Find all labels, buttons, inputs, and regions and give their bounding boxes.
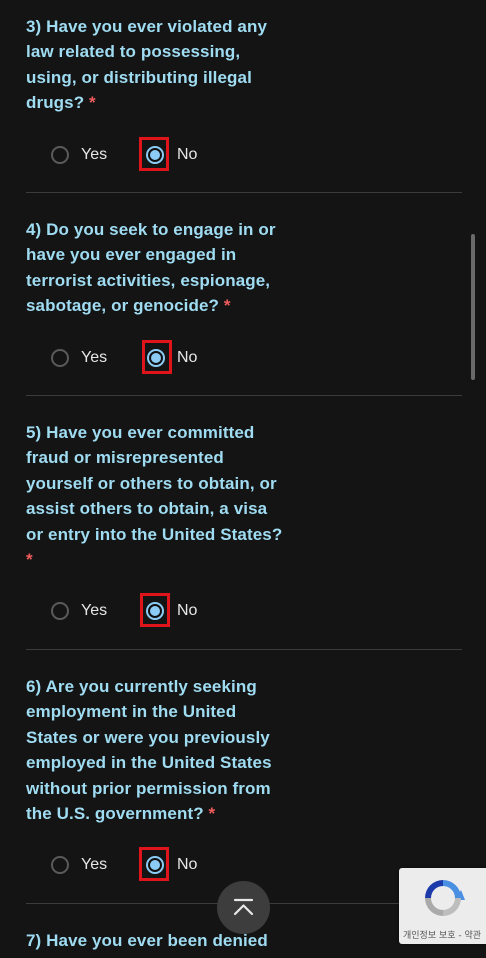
question-line: using, or distributing illegal — [26, 67, 252, 87]
question-6-text: 6) Are you currently seeking employment … — [26, 674, 286, 826]
radio-yes[interactable] — [51, 856, 69, 874]
question-5-text: 5) Have you ever committed fraud or misr… — [26, 420, 286, 572]
radio-no-label[interactable]: No — [177, 602, 197, 620]
required-asterisk: * — [223, 296, 231, 316]
radio-no[interactable] — [146, 146, 164, 164]
question-line: law related to possessing, — [26, 42, 241, 62]
radio-yes-label[interactable]: Yes — [81, 349, 107, 367]
radio-yes[interactable] — [51, 602, 69, 620]
question-line: assist others to obtain, a visa — [26, 499, 268, 519]
question-line: sabotage, or genocide? — [26, 296, 220, 316]
radio-yes-label[interactable]: Yes — [81, 856, 107, 874]
question-line: without prior permission from — [26, 778, 271, 798]
required-asterisk: * — [89, 93, 96, 113]
question-line: or entry into the United States? — [26, 524, 283, 544]
scroll-to-top-button[interactable] — [217, 881, 270, 934]
question-line: fraud or misrepresented — [26, 448, 224, 468]
question-4-text: 4) Do you seek to engage in or have you … — [26, 217, 286, 319]
radio-yes[interactable] — [51, 349, 69, 367]
radio-no[interactable] — [146, 856, 164, 874]
radio-yes-label[interactable]: Yes — [81, 146, 107, 164]
question-line: 4) Do you seek to engage in or — [26, 220, 276, 239]
question-3-text: 3) Have you ever violated any law relate… — [26, 14, 286, 116]
question-divider — [26, 649, 462, 650]
question-line: the U.S. government? — [26, 804, 204, 824]
question-line: terrorist activities, espionage, — [26, 270, 271, 290]
required-asterisk: * — [26, 550, 33, 570]
radio-no-label[interactable]: No — [177, 349, 197, 367]
question-line: drugs? — [26, 93, 85, 113]
radio-no[interactable] — [146, 602, 164, 620]
scrollbar-thumb[interactable] — [471, 234, 475, 380]
recaptcha-logo-icon — [425, 880, 465, 916]
question-4-options: Yes No — [0, 338, 486, 378]
required-asterisk: * — [208, 804, 216, 824]
radio-no[interactable] — [147, 349, 165, 367]
question-line: States or were you previously — [26, 727, 270, 747]
recaptcha-badge[interactable]: 개인정보 보호 - 약관 — [399, 868, 486, 944]
question-line: yourself or others to obtain, or — [26, 473, 277, 493]
form-page: 3) Have you ever violated any law relate… — [0, 0, 486, 958]
question-line: 3) Have you ever violated any — [26, 17, 268, 36]
radio-yes[interactable] — [51, 146, 69, 164]
question-line: have you ever engaged in — [26, 245, 237, 265]
recaptcha-privacy-terms[interactable]: 개인정보 보호 - 약관 — [403, 928, 481, 941]
radio-no-label[interactable]: No — [177, 146, 197, 164]
radio-yes-label[interactable]: Yes — [81, 602, 107, 620]
question-line: 6) Are you currently seeking — [26, 677, 257, 696]
question-7-text: 7) Have you ever been denied — [26, 928, 326, 953]
question-line: employment in the United — [26, 702, 237, 722]
question-divider — [26, 192, 462, 193]
question-5-options: Yes No — [0, 591, 486, 631]
question-line: 7) Have you ever been denied — [26, 931, 268, 950]
question-3-options: Yes No — [0, 135, 486, 175]
question-line: employed in the United States — [26, 753, 272, 773]
chevron-up-icon — [233, 898, 254, 916]
question-line: 5) Have you ever committed — [26, 423, 255, 442]
radio-no-label[interactable]: No — [177, 856, 197, 874]
question-divider — [26, 395, 462, 396]
